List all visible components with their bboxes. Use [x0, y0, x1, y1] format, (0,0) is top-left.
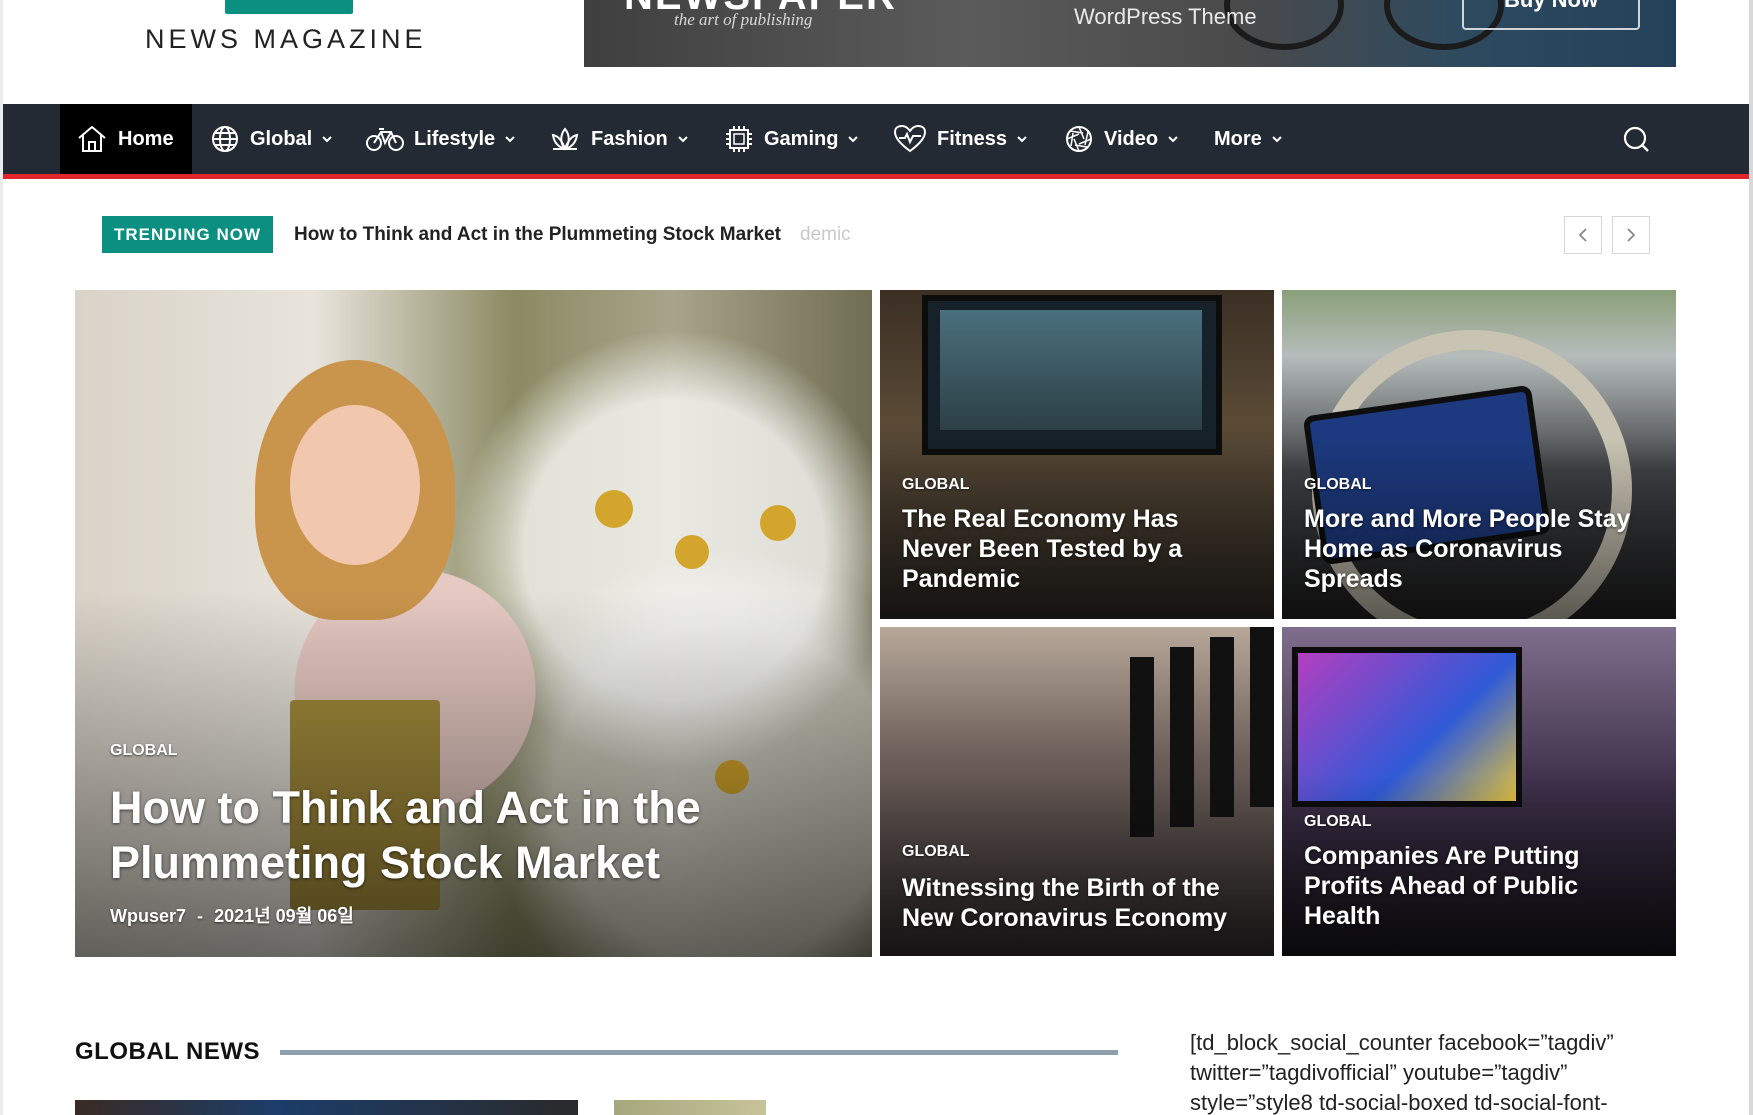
featured-card[interactable]: GLOBAL Companies Are Putting Profits Ahe… [1282, 627, 1676, 956]
nav-label-global: Global [250, 127, 313, 150]
main-navigation: Home Global Lifestyle Fashion Gaming Fit… [3, 104, 1749, 179]
card-title-line: Home as Coronavirus [1304, 535, 1563, 563]
globe-icon [212, 126, 238, 152]
card-title-line: Spreads [1304, 565, 1403, 593]
sidebar-shortcode-text: [td_block_social_counter facebook=”tagdi… [1190, 1028, 1690, 1115]
nav-label-gaming: Gaming [764, 127, 839, 150]
search-button[interactable] [1621, 124, 1651, 154]
chevron-down-icon [1017, 136, 1027, 143]
shortcode-line: style=”style8 td-social-boxed td-social-… [1190, 1090, 1608, 1115]
banner-tagline: the art of publishing [674, 10, 813, 29]
lotus-icon [551, 127, 579, 151]
nav-item-lifestyle[interactable]: Lifestyle [366, 104, 516, 174]
trending-now-badge: TRENDING NOW [102, 216, 273, 253]
card-title-line: Companies Are Putting [1304, 842, 1580, 870]
card-title-line: New Coronavirus Economy [902, 904, 1228, 932]
nav-label-more: More [1214, 127, 1262, 150]
card-title-line: Profits Ahead of Public [1304, 872, 1579, 900]
card-title-line: Health [1304, 902, 1381, 930]
trending-prev-button[interactable] [1564, 216, 1602, 254]
chevron-down-icon [1168, 136, 1178, 143]
card-title[interactable]: More and More People Stay Home as Corona… [1304, 504, 1630, 594]
card-title[interactable]: Witnessing the Birth of the New Coronavi… [902, 873, 1227, 933]
chevron-down-icon [505, 136, 515, 143]
trending-headline-link[interactable]: How to Think and Act in the Plummeting S… [294, 224, 781, 246]
trending-faded-headline: demic [800, 224, 851, 245]
news-thumbnail[interactable] [75, 1100, 578, 1115]
card-title-line: Never Been Tested by a [902, 535, 1183, 563]
nav-item-home[interactable]: Home [60, 104, 192, 174]
chevron-right-icon [1627, 228, 1636, 242]
nav-label-fashion: Fashion [591, 127, 668, 150]
article-author[interactable]: Wpuser7 [110, 906, 186, 926]
card-title-line: More and More People Stay [1304, 505, 1631, 533]
nav-label-lifestyle: Lifestyle [414, 127, 496, 150]
card-title[interactable]: The Real Economy Has Never Been Tested b… [902, 504, 1182, 594]
shortcode-line: twitter=”tagdivofficial” youtube=”tagdiv… [1190, 1060, 1568, 1085]
article-title-line: Plummeting Stock Market [110, 837, 661, 888]
meta-separator: - [197, 906, 204, 926]
chevron-down-icon [1272, 136, 1282, 143]
logo-mark [225, 0, 353, 14]
card-category[interactable]: GLOBAL [902, 843, 970, 861]
chevron-down-icon [322, 136, 332, 143]
nav-label-fitness: Fitness [937, 127, 1008, 150]
section-title-global-news: GLOBAL NEWS [75, 1038, 261, 1065]
nav-item-gaming[interactable]: Gaming [724, 104, 859, 174]
shortcode-line: [td_block_social_counter facebook=”tagdi… [1190, 1030, 1614, 1055]
nav-item-more[interactable]: More [1214, 104, 1283, 174]
heartbeat-icon [893, 124, 927, 153]
page: { "header": { "logo_text": "NEWS MAGAZIN… [0, 0, 1753, 1115]
card-title-line: The Real Economy Has [902, 505, 1179, 533]
site-logo[interactable]: NEWS MAGAZINE [145, 0, 445, 60]
article-title-line: How to Think and Act in the [110, 782, 701, 833]
news-thumbnail[interactable] [614, 1100, 766, 1115]
article-meta: Wpuser7 - 2021년 09월 06일 [110, 902, 354, 928]
search-icon [1623, 126, 1649, 152]
chevron-down-icon [677, 136, 688, 143]
window-scrollbar[interactable] [1749, 0, 1753, 1115]
card-title[interactable]: Companies Are Putting Profits Ahead of P… [1304, 841, 1580, 931]
banner-buy-button[interactable]: Buy Now [1462, 0, 1640, 30]
nav-item-fashion[interactable]: Fashion [549, 104, 689, 174]
article-category[interactable]: GLOBAL [110, 742, 178, 760]
trending-next-button[interactable] [1612, 216, 1650, 254]
article-date: 2021년 09월 06일 [214, 906, 354, 926]
chip-icon [726, 126, 752, 152]
card-category[interactable]: GLOBAL [1304, 813, 1372, 831]
nav-label-home: Home [118, 127, 174, 150]
aperture-icon [1066, 126, 1092, 152]
chevron-left-icon [1578, 228, 1587, 242]
nav-item-global[interactable]: Global [210, 104, 333, 174]
section-divider [280, 1050, 1118, 1055]
card-category[interactable]: GLOBAL [902, 476, 970, 494]
nav-item-fitness[interactable]: Fitness [893, 104, 1028, 174]
banner-theme-label: WordPress Theme [1074, 4, 1257, 29]
card-category[interactable]: GLOBAL [1304, 476, 1372, 494]
nav-item-video[interactable]: Video [1064, 104, 1179, 174]
chevron-down-icon [848, 136, 859, 143]
home-icon [78, 125, 106, 152]
featured-main-article[interactable]: GLOBAL How to Think and Act in the Plumm… [75, 290, 872, 957]
nav-label-video: Video [1104, 127, 1159, 150]
card-title-line: Pandemic [902, 565, 1021, 593]
bicycle-icon [366, 128, 404, 151]
featured-card[interactable]: GLOBAL Witnessing the Birth of the New C… [880, 627, 1274, 956]
header-ad-banner[interactable]: NEWSPAPER the art of publishing WordPres… [584, 0, 1676, 67]
article-title[interactable]: How to Think and Act in the Plummeting S… [110, 780, 701, 890]
featured-card[interactable]: GLOBAL The Real Economy Has Never Been T… [880, 290, 1274, 619]
card-title-line: Witnessing the Birth of the [902, 874, 1220, 902]
logo-text: NEWS MAGAZINE [145, 24, 427, 54]
featured-card[interactable]: GLOBAL More and More People Stay Home as… [1282, 290, 1676, 619]
